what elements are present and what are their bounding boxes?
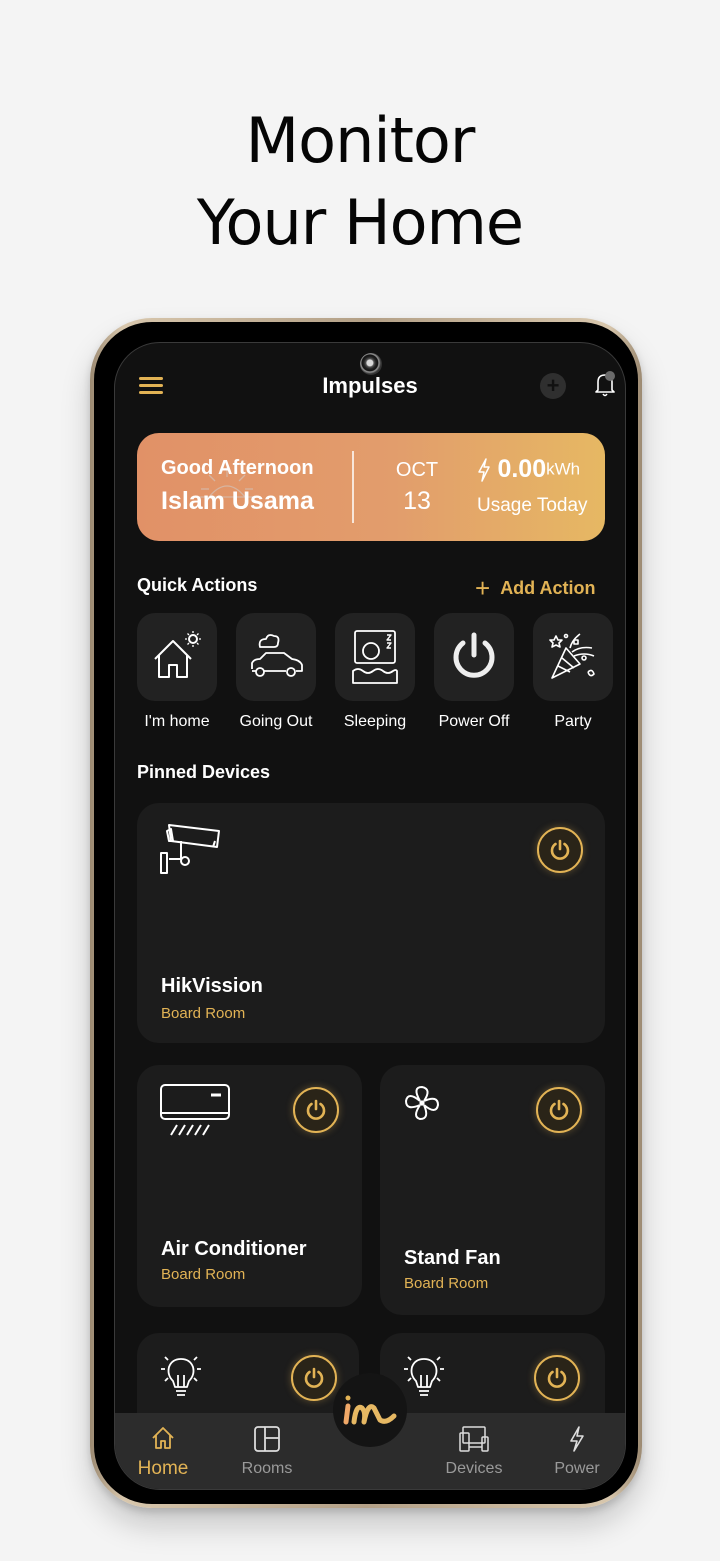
light-bulb-icon: [404, 1356, 444, 1396]
date-day: 13: [403, 487, 431, 515]
quick-action-tile: [533, 613, 613, 701]
nav-devices[interactable]: Devices: [434, 1425, 514, 1478]
user-name: Islam Usama: [161, 487, 314, 515]
power-toggle-button[interactable]: [536, 1087, 582, 1133]
front-camera: [360, 353, 382, 375]
phone-frame: Impulses + Good Afternoon Islam Usama OC…: [90, 318, 642, 1508]
pinned-devices-title: Pinned Devices: [137, 762, 271, 782]
power-icon: [304, 1367, 324, 1388]
date-month: OCT: [395, 459, 439, 481]
home-icon: [152, 1427, 174, 1449]
device-card-hikvission[interactable]: HikVission Board Room: [137, 803, 605, 1043]
nav-label: Power: [554, 1460, 600, 1477]
headline-line-1: Monitor: [245, 104, 476, 177]
hamburger-menu-icon[interactable]: [139, 377, 163, 395]
quick-actions-row: I'm home Going Out Sleeping Power Off Pa…: [137, 613, 625, 743]
devices-icon: [459, 1426, 489, 1452]
nav-label: Home: [137, 1458, 189, 1479]
quick-action-sleeping[interactable]: Sleeping: [335, 613, 415, 731]
power-icon: [306, 1099, 326, 1120]
quick-action-tile: [137, 613, 217, 701]
car-cloud-icon: [251, 634, 303, 677]
nav-home[interactable]: Home: [123, 1425, 203, 1480]
device-card-stand-fan[interactable]: Stand Fan Board Room: [380, 1065, 605, 1315]
device-room: Board Room: [404, 1275, 489, 1292]
quick-actions-title: Quick Actions: [137, 575, 258, 595]
add-action-label: Add Action: [500, 578, 596, 598]
power-icon: [547, 1367, 567, 1388]
power-toggle-button[interactable]: [293, 1087, 339, 1133]
device-name: Air Conditioner: [161, 1238, 307, 1260]
quick-action-party[interactable]: Party: [533, 613, 613, 731]
quick-action-tile: [434, 613, 514, 701]
greeting-banner: Good Afternoon Islam Usama OCT 13 0.00kW…: [137, 433, 605, 541]
usage-label: Usage Today: [477, 495, 588, 516]
usage-value: 0.00: [497, 455, 547, 483]
phone-bezel: Impulses + Good Afternoon Islam Usama OC…: [94, 322, 638, 1504]
device-name: HikVission: [161, 975, 263, 997]
power-toggle-button[interactable]: [291, 1355, 337, 1401]
greeting-text: Good Afternoon: [161, 457, 314, 479]
banner-divider: [352, 451, 354, 523]
device-room: Board Room: [161, 1266, 246, 1283]
power-icon: [550, 839, 570, 860]
power-icon: [453, 632, 495, 678]
nav-rooms[interactable]: Rooms: [227, 1425, 307, 1478]
nav-label: Devices: [445, 1460, 503, 1477]
app-screen: Impulses + Good Afternoon Islam Usama OC…: [114, 342, 626, 1490]
quick-action-im-home[interactable]: I'm home: [137, 613, 217, 731]
quick-action-tile: [236, 613, 316, 701]
device-name: Stand Fan: [404, 1247, 501, 1269]
quick-action-going-out[interactable]: Going Out: [236, 613, 316, 731]
light-bulb-icon: [161, 1356, 201, 1396]
device-card-air-conditioner[interactable]: Air Conditioner Board Room: [137, 1065, 362, 1307]
nav-label: Rooms: [241, 1460, 293, 1477]
fan-icon: [405, 1086, 439, 1120]
quick-action-label: Party: [554, 713, 592, 730]
promo-headline: Monitor Your Home: [0, 100, 720, 264]
plus-icon: +: [475, 573, 491, 603]
usage-readout: 0.00kWh: [475, 455, 580, 484]
impulses-logo-icon: [343, 1395, 397, 1425]
power-toggle-button[interactable]: [537, 827, 583, 873]
plus-circle-icon[interactable]: +: [540, 373, 566, 399]
headline-line-2: Your Home: [196, 186, 524, 259]
house-sun-icon: [154, 631, 201, 678]
power-toggle-button[interactable]: [534, 1355, 580, 1401]
sleeping-person-icon: [352, 630, 398, 684]
party-popper-icon: [549, 633, 595, 679]
quick-action-power-off[interactable]: Power Off: [434, 613, 514, 731]
rooms-grid-icon: [254, 1426, 280, 1452]
lightning-icon: [478, 457, 490, 482]
device-room: Board Room: [161, 1005, 246, 1022]
quick-action-tile: [335, 613, 415, 701]
air-conditioner-icon: [160, 1084, 230, 1136]
bell-icon[interactable]: [593, 370, 617, 398]
power-icon: [549, 1099, 569, 1120]
usage-unit: kWh: [546, 459, 581, 479]
nav-power[interactable]: Power: [537, 1425, 617, 1478]
lightning-icon: [570, 1426, 584, 1452]
security-camera-icon: [160, 824, 220, 874]
add-action-button[interactable]: + Add Action: [475, 573, 596, 604]
impulses-logo-button[interactable]: [333, 1373, 407, 1447]
